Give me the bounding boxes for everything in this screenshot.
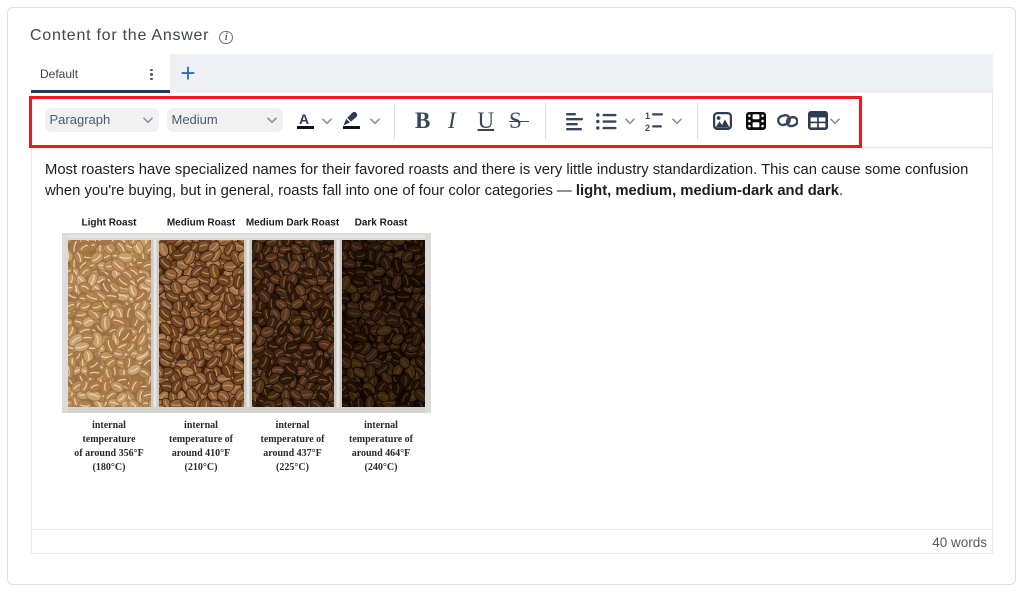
svg-text:internal: internal bbox=[364, 420, 398, 431]
svg-text:Medium Dark Roast: Medium Dark Roast bbox=[246, 218, 340, 229]
svg-text:temperature of: temperature of bbox=[349, 434, 414, 445]
svg-text:internal: internal bbox=[92, 420, 126, 431]
svg-text:around 437°F: around 437°F bbox=[263, 448, 322, 459]
svg-text:(210°C): (210°C) bbox=[185, 462, 218, 473]
svg-text:around 410°F: around 410°F bbox=[172, 448, 231, 459]
svg-text:Dark Roast: Dark Roast bbox=[355, 218, 408, 229]
svg-text:(225°C): (225°C) bbox=[276, 462, 309, 473]
svg-text:Medium Roast: Medium Roast bbox=[167, 218, 236, 229]
svg-text:internal: internal bbox=[276, 420, 310, 431]
svg-text:Light Roast: Light Roast bbox=[82, 218, 138, 229]
svg-text:internal: internal bbox=[184, 420, 218, 431]
svg-text:(240°C): (240°C) bbox=[365, 462, 398, 473]
svg-text:around 464°F: around 464°F bbox=[352, 448, 411, 459]
svg-text:temperature: temperature bbox=[82, 434, 136, 445]
svg-text:(180°C): (180°C) bbox=[93, 462, 126, 473]
svg-text:of around 356°F: of around 356°F bbox=[74, 448, 143, 459]
svg-text:temperature of: temperature of bbox=[261, 434, 326, 445]
svg-text:temperature of: temperature of bbox=[169, 434, 234, 445]
